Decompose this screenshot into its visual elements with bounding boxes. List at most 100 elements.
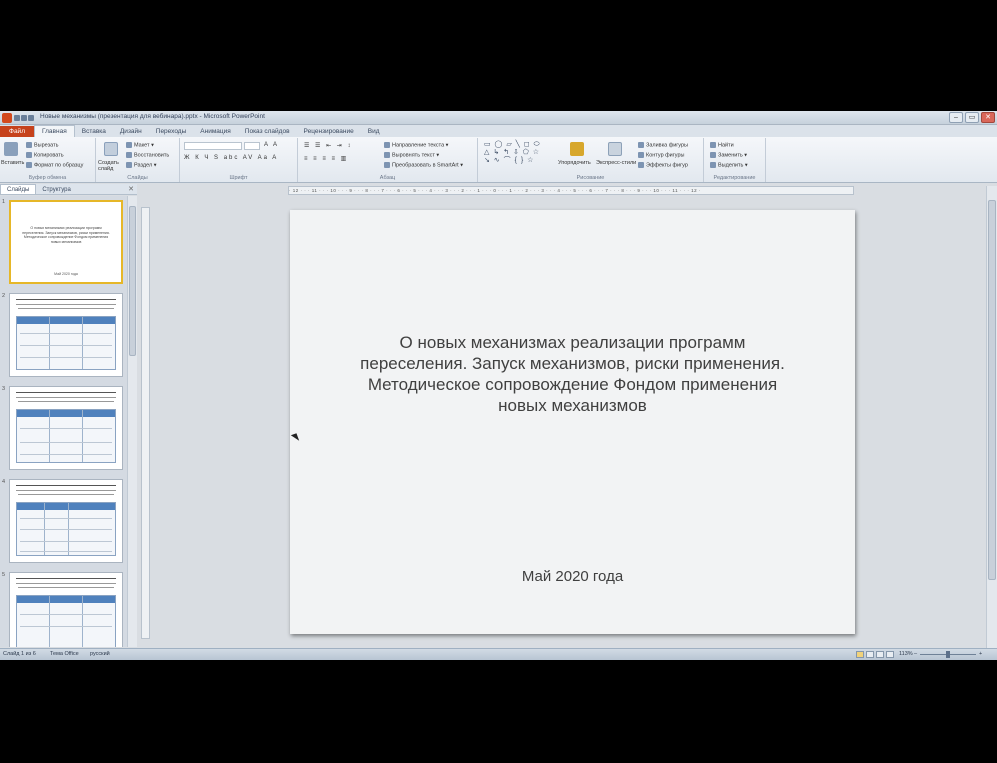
- list-buttons[interactable]: ☰ ☰ ⇤ ⇥ ↕: [304, 142, 352, 149]
- align-text-icon: [384, 152, 390, 158]
- paragraph-group: ☰ ☰ ⇤ ⇥ ↕ ≡ ≡ ≡ ≡ ▥ Направление текста ▾…: [298, 138, 478, 182]
- zoom-out-icon[interactable]: –: [914, 649, 917, 660]
- quick-styles-icon[interactable]: [608, 142, 622, 156]
- align-text-button[interactable]: Выровнять текст ▾: [384, 152, 439, 158]
- scissors-icon: [26, 142, 32, 148]
- section-button[interactable]: Раздел ▾: [126, 162, 156, 168]
- thumbnail-number: 3: [2, 386, 6, 392]
- redo-icon[interactable]: [28, 115, 34, 121]
- drawing-group-label: Рисование: [576, 175, 605, 181]
- theme-name[interactable]: Тема Office: [50, 649, 79, 660]
- ribbon-tabs: Файл Главная Вставка Дизайн Переходы Анимация…: [0, 125, 997, 138]
- paragraph-group-label: Абзац: [379, 175, 396, 181]
- slide-thumbnail-3[interactable]: [9, 386, 123, 470]
- replace-icon: [710, 152, 716, 158]
- slide-sorter-icon[interactable]: [866, 651, 874, 658]
- thumbnail-date: Май 2020 года: [54, 272, 78, 276]
- new-slide-button[interactable]: Создать слайд: [98, 160, 122, 172]
- slide-thumbnail-1[interactable]: О новых механизмах реализации программ п…: [9, 200, 123, 284]
- pen-icon: [638, 152, 644, 158]
- slide-thumbnail-2[interactable]: [9, 293, 123, 377]
- paste-button[interactable]: Вставить: [1, 160, 24, 166]
- zoom-in-icon[interactable]: +: [979, 649, 982, 660]
- arrange-icon[interactable]: [570, 142, 584, 156]
- normal-view-icon[interactable]: [856, 651, 864, 658]
- align-buttons[interactable]: ≡ ≡ ≡ ≡ ▥: [304, 155, 348, 162]
- slide-thumbnails: 1 О новых механизмах реализации программ…: [0, 196, 137, 647]
- replace-button[interactable]: Заменить ▾: [710, 152, 747, 158]
- language-indicator[interactable]: русский: [90, 649, 110, 660]
- smartart-icon: [384, 162, 390, 168]
- cursor-icon: [710, 162, 716, 168]
- thumbnail-number: 4: [2, 479, 6, 485]
- section-icon: [126, 162, 132, 168]
- thumbnail-title: О новых механизмах реализации программ п…: [22, 226, 110, 244]
- save-icon[interactable]: [14, 115, 20, 121]
- font-group: A A Ж К Ч S abc AV Aa A Шрифт: [180, 138, 298, 182]
- copy-icon: [26, 152, 32, 158]
- paint-bucket-icon: [638, 142, 644, 148]
- layout-button[interactable]: Макет ▾: [126, 142, 154, 148]
- paste-icon[interactable]: [4, 142, 18, 156]
- slide-counter: Слайд 1 из 6: [3, 651, 36, 657]
- close-button[interactable]: ✕: [981, 112, 995, 123]
- powerpoint-icon[interactable]: [2, 113, 12, 123]
- shape-fill-button[interactable]: Заливка фигуры: [638, 142, 688, 148]
- vertical-ruler: [141, 207, 150, 639]
- status-bar: Слайд 1 из 6 Тема Office русский 113% – …: [0, 648, 997, 660]
- shape-outline-button[interactable]: Контур фигуры: [638, 152, 684, 158]
- slide-scrollbar[interactable]: [986, 186, 997, 648]
- reading-view-icon[interactable]: [876, 651, 884, 658]
- slide-thumbnail-5[interactable]: [9, 572, 123, 647]
- editing-group-label: Редактирование: [713, 175, 756, 181]
- cut-button[interactable]: Вырезать: [26, 142, 58, 148]
- quick-styles-button[interactable]: Экспресс-стили: [596, 160, 636, 166]
- zoom-slider-handle[interactable]: [946, 651, 950, 658]
- slide-scroll-thumb[interactable]: [988, 200, 996, 580]
- find-button[interactable]: Найти: [710, 142, 734, 148]
- smartart-button[interactable]: Преобразовать в SmartArt ▾: [384, 162, 463, 168]
- new-slide-icon[interactable]: [104, 142, 118, 156]
- font-format-buttons[interactable]: Ж К Ч S abc AV Aa A: [184, 155, 278, 161]
- close-pane-icon[interactable]: ✕: [128, 185, 134, 193]
- reset-button[interactable]: Восстановить: [126, 152, 169, 158]
- format-painter-button[interactable]: Формат по образцу: [26, 162, 83, 168]
- thumbnail-number: 1: [2, 199, 6, 205]
- slide-subtitle-date[interactable]: Май 2020 года: [290, 568, 855, 585]
- minimize-button[interactable]: –: [949, 112, 963, 123]
- powerpoint-window: Новые механизмы (презентация для вебинар…: [0, 111, 997, 660]
- text-direction-button[interactable]: Направление текста ▾: [384, 142, 448, 148]
- binoculars-icon: [710, 142, 716, 148]
- thumbnail-scrollbar[interactable]: [127, 196, 137, 647]
- thumbnail-scroll-thumb[interactable]: [129, 206, 136, 356]
- slideshow-icon[interactable]: [886, 651, 894, 658]
- font-size-field[interactable]: [244, 142, 260, 150]
- pane-tabs: Слайды Структура ✕: [0, 184, 137, 195]
- slide-title[interactable]: О новых механизмах реализации программ п…: [350, 332, 795, 416]
- font-name-field[interactable]: [184, 142, 242, 150]
- shape-effects-button[interactable]: Эффекты фигур: [638, 162, 688, 168]
- tab-slides-pane[interactable]: Слайды: [0, 184, 37, 194]
- editing-group: Найти Заменить ▾ Выделить ▾ Редактирован…: [704, 138, 766, 182]
- quick-access-toolbar: [14, 114, 36, 122]
- arrange-button[interactable]: Упорядочить: [558, 160, 591, 166]
- undo-icon[interactable]: [21, 115, 27, 121]
- thumbnail-number: 5: [2, 572, 6, 578]
- effects-icon: [638, 162, 644, 168]
- font-group-label: Шрифт: [229, 175, 248, 181]
- thumbnail-number: 2: [2, 293, 6, 299]
- slide-canvas[interactable]: О новых механизмах реализации программ п…: [290, 210, 855, 634]
- copy-button[interactable]: Копировать: [26, 152, 64, 158]
- font-size-buttons[interactable]: A A: [264, 142, 279, 148]
- zoom-level[interactable]: 113%: [899, 649, 913, 660]
- horizontal-ruler: · 12 · · · 11 · · · 10 · · · 9 · · · 8 ·…: [288, 186, 854, 195]
- shapes-gallery[interactable]: ▭ ◯ ▱ ╲ ◻ ⬭ △ ↳ ↰ ⇩ ⬠ ☆ ↘ ∿ ⌒ { } ☆: [484, 141, 541, 165]
- slide-thumbnail-4[interactable]: [9, 479, 123, 563]
- tab-outline-pane[interactable]: Структура: [36, 185, 76, 195]
- maximize-button[interactable]: ▭: [965, 112, 979, 123]
- clipboard-group-label: Буфер обмена: [28, 175, 67, 181]
- text-direction-icon: [384, 142, 390, 148]
- select-button[interactable]: Выделить ▾: [710, 162, 748, 168]
- tab-home[interactable]: Главная: [33, 125, 75, 137]
- slides-group: Создать слайд Макет ▾ Восстановить Разде…: [96, 138, 180, 182]
